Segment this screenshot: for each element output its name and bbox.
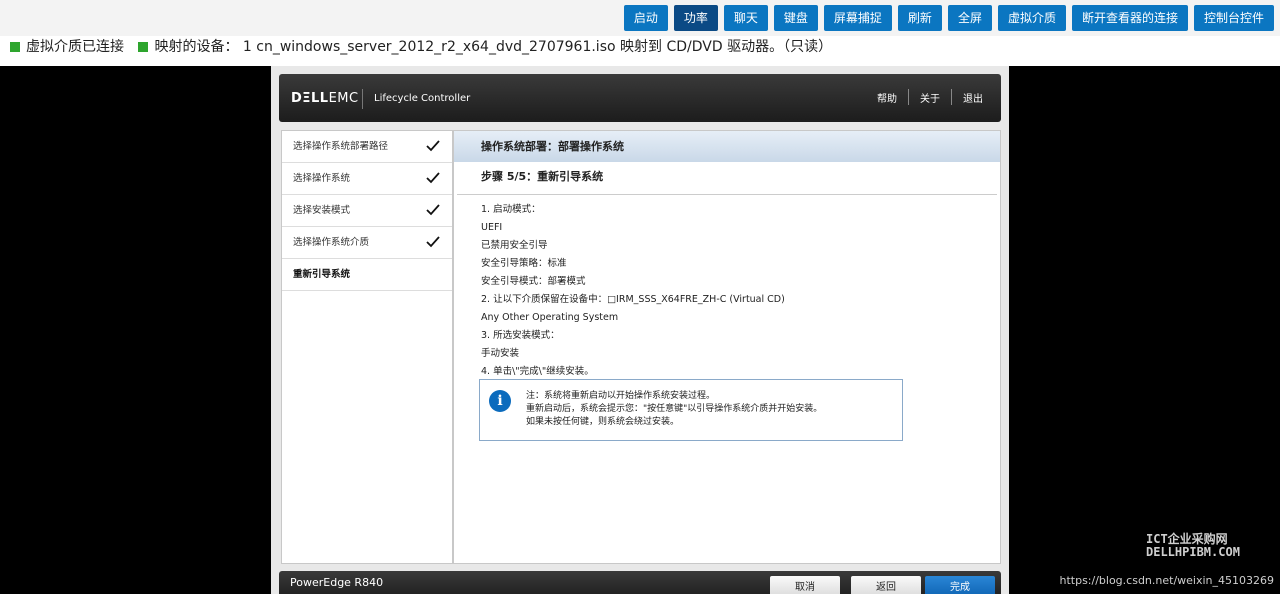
logo-dell: DΞLL — [291, 91, 329, 106]
refresh-button[interactable]: 刷新 — [897, 5, 942, 31]
site-watermark: ICT企业采购网 DELLHPIBM.COM — [1146, 533, 1240, 559]
main-panel: 操作系统部署：部署操作系统 步骤 5/5：重新引导系统 1. 启动模式： UEF… — [453, 130, 1001, 564]
exit-link[interactable]: 退出 — [963, 90, 983, 105]
checkmark-icon — [426, 172, 440, 184]
info-icon: i — [489, 390, 511, 412]
header-links: 帮助 关于 退出 — [877, 89, 983, 105]
server-model: PowerEdge R840 — [290, 576, 384, 589]
note-line-1: 注：系统将重新启动以开始操作系统安装过程。 — [526, 391, 716, 401]
source-url: https://blog.csdn.net/weixin_45103269 — [1059, 574, 1274, 587]
step-select-os[interactable]: 选择操作系统 — [282, 163, 452, 195]
step-label: 选择操作系统 — [293, 173, 351, 184]
wizard-steps: 选择操作系统部署路径 选择操作系统 选择安装模式 选择操作系统介质 重新引导系统 — [281, 130, 453, 564]
cancel-button[interactable]: 取消 — [770, 576, 840, 594]
dell-emc-logo: DΞLLEMC — [291, 91, 359, 106]
connected-status-icon — [10, 42, 20, 52]
lc-header: DΞLLEMC Lifecycle Controller 帮助 关于 退出 — [279, 74, 1001, 122]
step-select-os-media[interactable]: 选择操作系统介质 — [282, 227, 452, 259]
back-button[interactable]: 返回 — [851, 576, 921, 594]
info-note: i 注：系统将重新启动以开始操作系统安装过程。 重新启动后，系统会提示您："按任… — [479, 379, 903, 441]
os-value: Any Other Operating System — [481, 312, 619, 323]
help-link[interactable]: 帮助 — [877, 90, 897, 105]
watermark-line-2: DELLHPIBM.COM — [1146, 545, 1240, 559]
secure-boot-mode: 安全引导模式：部署模式 — [481, 276, 586, 287]
boot-button[interactable]: 启动 — [623, 5, 668, 31]
lc-footer: PowerEdge R840 取消 返回 完成 — [279, 571, 1001, 594]
link-separator — [951, 89, 952, 105]
media-status-bar: 虚拟介质已连接 映射的设备： 1 cn_windows_server_2012_… — [0, 36, 1280, 66]
screen-capture-button[interactable]: 屏幕捕捉 — [823, 5, 892, 31]
viewer-toolbar: 启动 功率 聊天 键盘 屏幕捕捉 刷新 全屏 虚拟介质 断开查看器的连接 控制台… — [0, 0, 1280, 36]
note-text: 注：系统将重新启动以开始操作系统安装过程。 重新启动后，系统会提示您："按任意键… — [526, 390, 822, 429]
step-select-install-mode[interactable]: 选择安装模式 — [282, 195, 452, 227]
finish-button[interactable]: 完成 — [925, 576, 995, 594]
step-label: 选择操作系统部署路径 — [293, 141, 389, 152]
note-line-2: 重新启动后，系统会提示您："按任意键"以引导操作系统介质并开始安装。 — [526, 404, 823, 414]
boot-mode-label: 1. 启动模式： — [481, 204, 541, 215]
product-title: Lifecycle Controller — [374, 93, 471, 104]
about-link[interactable]: 关于 — [920, 90, 940, 105]
step-label: 选择安装模式 — [293, 205, 351, 216]
secure-boot-policy: 安全引导策略：标准 — [481, 258, 567, 269]
keyboard-button[interactable]: 键盘 — [773, 5, 818, 31]
media-connected-text: 虚拟介质已连接 — [26, 39, 124, 55]
fullscreen-button[interactable]: 全屏 — [947, 5, 992, 31]
header-divider — [362, 89, 363, 109]
checkmark-icon — [426, 140, 440, 152]
checkmark-icon — [426, 204, 440, 216]
step-select-deploy-path[interactable]: 选择操作系统部署路径 — [282, 131, 452, 163]
note-line-3: 如果未按任何键，则系统会绕过安装。 — [526, 417, 680, 427]
disconnect-viewer-button[interactable]: 断开查看器的连接 — [1071, 5, 1188, 31]
boot-mode-value: UEFI — [481, 222, 503, 233]
virtual-media-button[interactable]: 虚拟介质 — [997, 5, 1066, 31]
page-title: 操作系统部署：部署操作系统 — [454, 131, 1000, 162]
install-mode-value: 手动安装 — [481, 348, 520, 359]
chat-button[interactable]: 聊天 — [723, 5, 768, 31]
summary-content: 1. 启动模式： UEFI 已禁用安全引导 安全引导策略：标准 安全引导模式：部… — [454, 195, 1000, 381]
mapped-status-icon — [138, 42, 149, 52]
step-heading: 步骤 5/5：重新引导系统 — [481, 170, 604, 183]
step-label: 重新引导系统 — [293, 269, 351, 280]
checkmark-icon — [426, 236, 440, 248]
step-reboot-system[interactable]: 重新引导系统 — [282, 259, 452, 291]
console-controls-button[interactable]: 控制台控件 — [1193, 5, 1274, 31]
toolbar-buttons: 启动 功率 聊天 键盘 屏幕捕捉 刷新 全屏 虚拟介质 断开查看器的连接 控制台… — [623, 5, 1274, 31]
media-instruction: 2. 让以下介质保留在设备中：□IRM_SSS_X64FRE_ZH-C (Vir… — [481, 294, 785, 305]
secure-boot-status: 已禁用安全引导 — [481, 240, 548, 251]
step-label: 选择操作系统介质 — [293, 237, 370, 248]
power-button[interactable]: 功率 — [673, 5, 718, 31]
link-separator — [908, 89, 909, 105]
remote-console-screen[interactable]: DΞLLEMC Lifecycle Controller 帮助 关于 退出 选择… — [271, 66, 1009, 594]
logo-emc: EMC — [328, 91, 359, 106]
install-mode-label: 3. 所选安装模式： — [481, 330, 560, 341]
mapped-device-text: 映射的设备： 1 cn_windows_server_2012_r2_x64_d… — [154, 39, 833, 55]
